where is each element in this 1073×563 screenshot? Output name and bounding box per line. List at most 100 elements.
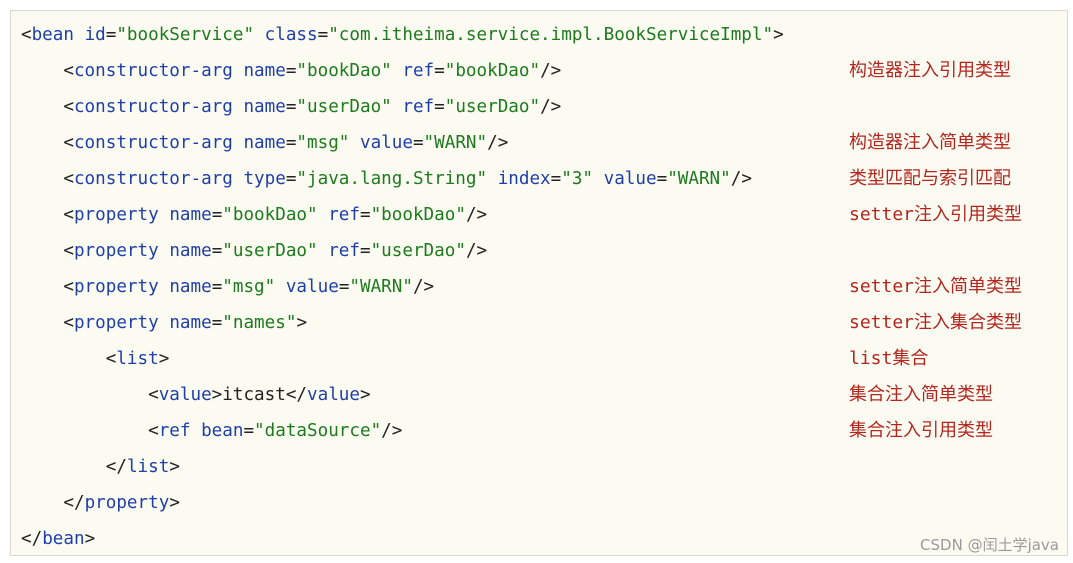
code-token-eq: = [285, 133, 297, 153]
code-token-val: "bookDao" [222, 205, 318, 225]
code-token-attr: ref [402, 97, 435, 117]
code-token-attr: name [243, 61, 286, 81]
code-token-punct: </ [21, 457, 127, 477]
code-token-attr: ref [328, 241, 360, 261]
annotation-label: setter注入简单类型 [849, 276, 1023, 297]
code-token-punct: > [169, 493, 180, 513]
annotation-label: list集合 [849, 348, 929, 369]
code-line: <property name="names"> [21, 309, 307, 337]
annotation-label: 构造器注入引用类型 [849, 60, 1011, 81]
code-token-punct: /> [412, 277, 435, 297]
code-token-attr: name [169, 313, 212, 333]
code-token-attr: ref [402, 61, 435, 81]
code-token-eq: = [285, 61, 297, 81]
code-line: <constructor-arg type="java.lang.String"… [21, 165, 752, 193]
code-block: <bean id="bookService" class="com.itheim… [10, 10, 1068, 556]
annotation-label: setter注入引用类型 [849, 204, 1023, 225]
code-token-punct: </ [21, 493, 85, 513]
code-token-tag: value [158, 385, 212, 405]
code-token-punct: </ [21, 529, 43, 549]
code-line: <constructor-arg name="userDao" ref="use… [21, 93, 561, 121]
code-token-tag: property [73, 277, 159, 297]
code-token-punct: < [21, 421, 159, 441]
annotation-label: 构造器注入简单类型 [849, 132, 1011, 153]
code-token-punct: > [158, 349, 170, 369]
code-token-punct: < [21, 133, 74, 153]
annotation-label: 类型匹配与索引匹配 [849, 168, 1011, 189]
code-token-punct: /> [487, 133, 509, 153]
code-token-val: "dataSource" [254, 421, 382, 441]
code-token-punct: > [773, 25, 784, 45]
code-token-punct: > [211, 385, 223, 405]
code-token-attr: value [285, 277, 339, 297]
code-token-attr: class [264, 25, 318, 45]
code-token-val: "com.itheima.service.impl.BookServiceImp… [328, 25, 774, 45]
code-token-tag: list [126, 457, 170, 477]
code-line: <property name="userDao" ref="userDao"/> [21, 237, 487, 265]
code-token-punct: /> [730, 169, 752, 189]
code-token-punct: > [169, 457, 180, 477]
code-token-attr: ref [328, 205, 360, 225]
code-token-attr: name [243, 97, 286, 117]
code-token-eq: = [243, 421, 255, 441]
code-token-attr: value [359, 133, 413, 153]
code-token-punct: < [21, 205, 74, 225]
code-token-eq: = [338, 277, 350, 297]
code-token-punct: /> [465, 205, 488, 225]
code-token-punct: < [21, 313, 74, 333]
code-token-attr: index [497, 169, 551, 189]
code-line: </property> [21, 489, 180, 517]
code-token-punct: < [21, 385, 159, 405]
code-token-eq: = [360, 241, 371, 261]
code-token-tag: bean [42, 529, 85, 549]
code-token-punct: /> [381, 421, 403, 441]
code-token-eq: = [105, 25, 117, 45]
code-token-val: "msg" [222, 277, 276, 297]
code-token-val: "names" [222, 313, 297, 333]
code-token-val: "userDao" [370, 241, 466, 261]
code-line: <ref bean="dataSource"/> [21, 417, 402, 445]
code-token-val: "WARN" [667, 169, 731, 189]
code-token-attr: bean [201, 421, 244, 441]
code-token-val: "WARN" [423, 133, 488, 153]
code-token-eq: = [211, 241, 223, 261]
code-token-tag: constructor-arg [73, 133, 233, 153]
code-token-tag: ref [158, 421, 191, 441]
code-token-eq: = [412, 133, 424, 153]
code-token-punct: < [21, 349, 117, 369]
code-token-text: itcast [222, 385, 286, 405]
code-line: <property name="bookDao" ref="bookDao"/> [21, 201, 487, 229]
code-line: <constructor-arg name="msg" value="WARN"… [21, 129, 508, 157]
code-token-attr: value [603, 169, 657, 189]
code-token-tag: constructor-arg [73, 61, 233, 81]
code-token-eq: = [434, 97, 445, 117]
code-token-attr: name [169, 205, 212, 225]
code-line: <property name="msg" value="WARN"/> [21, 273, 434, 301]
code-line: <constructor-arg name="bookDao" ref="boo… [21, 57, 561, 85]
code-token-punct: < [21, 25, 32, 45]
code-token-punct: /> [540, 61, 562, 81]
code-token-punct: /> [465, 241, 488, 261]
code-token-eq: = [285, 169, 297, 189]
code-token-val: "userDao" [296, 97, 392, 117]
code-token-punct: < [21, 241, 74, 261]
code-token-attr: name [169, 241, 212, 261]
code-token-attr: type [243, 169, 286, 189]
code-token-tag: property [84, 493, 170, 513]
code-token-val: "3" [561, 169, 594, 189]
code-token-punct: /> [540, 97, 562, 117]
code-token-eq: = [317, 25, 329, 45]
code-token-eq: = [285, 97, 297, 117]
annotation-label: setter注入集合类型 [849, 312, 1023, 333]
code-line: <value>itcast</value> [21, 381, 370, 409]
